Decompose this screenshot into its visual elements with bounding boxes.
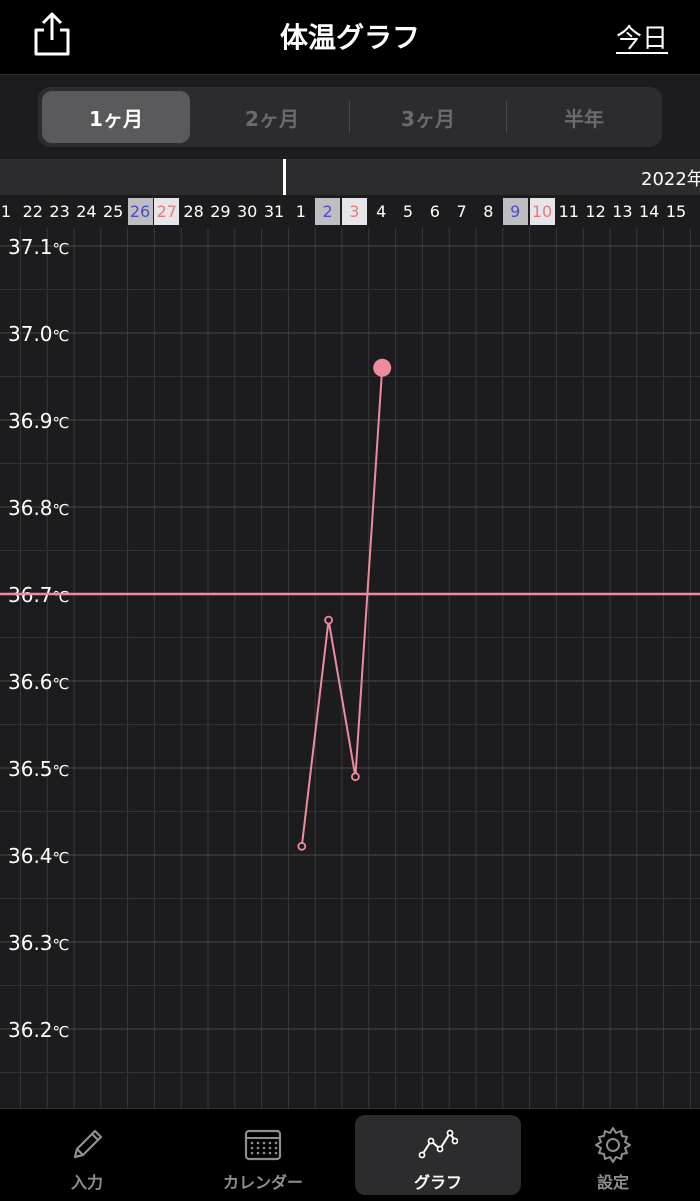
tab-calendar[interactable]: カレンダー xyxy=(180,1115,346,1195)
tab-input[interactable]: 入力 xyxy=(4,1115,170,1195)
y-axis-tick-label: 36.4℃ xyxy=(8,844,69,868)
period-segmented-control: 1ヶ月 2ヶ月 3ヶ月 半年 xyxy=(38,87,662,147)
temperature-chart-svg: 37.1℃37.0℃36.9℃36.8℃36.7℃36.6℃36.5℃36.4℃… xyxy=(0,228,700,1108)
date-cell: 15 xyxy=(665,202,687,221)
temperature-point xyxy=(324,615,334,625)
date-header-row: 1 22 23 24 25 26 27 28 29 30 31 1 2 3 4 5 6 7 8 9 10 11 12 13 14… xyxy=(0,195,700,228)
tab-settings[interactable]: 設定 xyxy=(530,1115,696,1195)
tab-settings-label: 設定 xyxy=(596,1173,629,1192)
date-cell: 29 xyxy=(210,202,231,221)
period-tab-3months[interactable]: 3ヶ月 xyxy=(354,91,502,143)
date-cell: 7 xyxy=(456,202,467,221)
date-cell: 5 xyxy=(402,202,414,221)
period-selector-bar: 1ヶ月 2ヶ月 3ヶ月 半年 xyxy=(0,75,700,159)
date-cell: 3 xyxy=(341,198,367,225)
year-label: 2022年 xyxy=(641,169,700,190)
today-button[interactable]: 今日 xyxy=(616,18,668,55)
date-cell: 24 xyxy=(76,202,97,221)
segment-divider xyxy=(349,101,350,133)
bottom-tab-bar: 入力 カレンダー グラフ 設定 xyxy=(0,1108,700,1201)
header: 体温グラフ 今日 xyxy=(0,0,700,74)
date-cell: 1 xyxy=(0,202,12,221)
y-axis-tick-label: 37.1℃ xyxy=(8,235,69,259)
date-cell: 27 xyxy=(154,198,180,225)
segment-divider xyxy=(506,101,507,133)
timeline-scrubber[interactable]: 2022年 xyxy=(0,159,700,195)
date-cell: 6 xyxy=(429,202,440,221)
temperature-point xyxy=(297,841,307,851)
date-cell: 11 xyxy=(558,202,579,221)
date-cell: 1 xyxy=(295,202,306,221)
temperature-point-latest xyxy=(373,358,392,377)
tab-graph-label: グラフ xyxy=(413,1173,462,1192)
tab-calendar-label: カレンダー xyxy=(222,1173,303,1192)
date-cell: 23 xyxy=(49,202,70,221)
tab-graph[interactable]: グラフ xyxy=(355,1115,521,1195)
gear-icon xyxy=(595,1127,631,1163)
y-axis-tick-label: 36.9℃ xyxy=(8,409,69,433)
share-icon xyxy=(34,12,70,56)
date-cell: 31 xyxy=(263,202,285,221)
date-cell: 10 xyxy=(529,198,555,225)
y-axis-tick-label: 36.3℃ xyxy=(8,931,69,955)
temperature-point xyxy=(350,772,360,782)
y-axis-tick-label: 36.8℃ xyxy=(8,496,69,520)
period-tab-2months[interactable]: 2ヶ月 xyxy=(198,91,346,143)
y-axis-tick-label: 36.6℃ xyxy=(8,670,69,694)
y-axis-tick-label: 37.0℃ xyxy=(8,322,69,346)
graph-icon xyxy=(418,1129,458,1159)
date-cell: 22 xyxy=(22,202,43,221)
date-cell: 28 xyxy=(183,202,204,221)
pencil-icon xyxy=(73,1129,103,1159)
date-cell: 2 xyxy=(315,198,341,225)
y-axis-tick-label: 36.2℃ xyxy=(8,1018,69,1042)
share-button[interactable] xyxy=(30,10,74,58)
date-cell: 9 xyxy=(502,198,528,225)
page-title: 体温グラフ xyxy=(279,21,420,54)
period-tab-half-year[interactable]: 半年 xyxy=(510,91,658,143)
date-cell: 8 xyxy=(483,202,494,221)
period-tab-1month[interactable]: 1ヶ月 xyxy=(42,91,190,143)
timeline-position-marker[interactable] xyxy=(283,159,286,195)
tab-input-label: 入力 xyxy=(70,1173,103,1192)
calendar-icon xyxy=(244,1129,282,1161)
date-cell: 26 xyxy=(127,198,153,225)
date-cell: 4 xyxy=(376,202,387,221)
y-axis-tick-label: 36.5℃ xyxy=(8,757,69,781)
date-cell: 13 xyxy=(612,202,633,221)
temperature-chart[interactable]: 37.1℃ 37.0℃ 36.9℃ 36.8℃ 36.7℃ 36.6℃ 36.5℃ 36.4℃… xyxy=(0,228,700,1108)
date-cell: 14 xyxy=(639,202,660,221)
date-cell: 25 xyxy=(103,202,124,221)
date-cell: 12 xyxy=(585,202,606,221)
date-cell: 30 xyxy=(237,202,258,221)
